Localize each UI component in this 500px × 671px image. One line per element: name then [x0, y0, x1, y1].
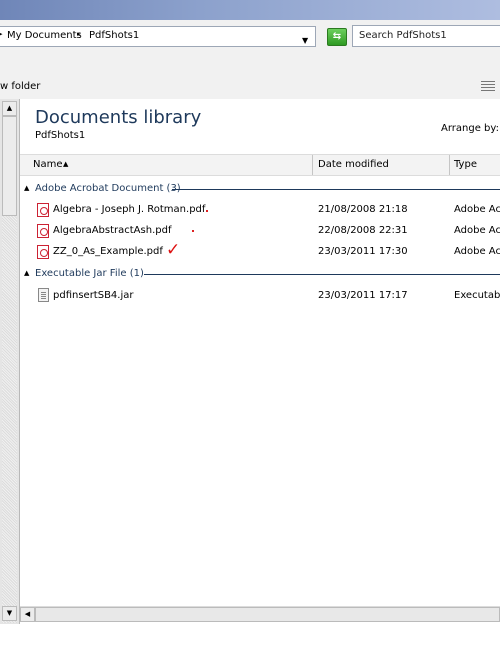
file-type: Adobe Acr [454, 246, 500, 257]
library-subtitle: PdfShots1 [35, 130, 86, 141]
window-title-bar [0, 0, 500, 20]
file-type: Executable [454, 290, 500, 301]
file-date: 22/08/2008 22:31 [318, 225, 408, 236]
pdf-file-icon [37, 203, 49, 217]
file-name[interactable]: AlgebraAbstractAsh.pdf [53, 225, 171, 236]
group-header-pdf[interactable]: Adobe Acrobat Document (3) [35, 183, 181, 194]
chevron-right-icon[interactable]: ▸ [77, 30, 81, 38]
group-separator [144, 274, 500, 275]
file-name[interactable]: pdfinsertSB4.jar [53, 290, 134, 301]
pane-divider[interactable] [19, 99, 20, 624]
file-type: Adobe Acr [454, 204, 500, 215]
library-title: Documents library [35, 107, 202, 128]
file-type: Adobe Acr [454, 225, 500, 236]
column-header-date[interactable]: Date modified [318, 159, 389, 170]
breadcrumb-my-documents[interactable]: My Documents [7, 30, 82, 41]
column-header-row: Name ▲ Date modified Type [20, 154, 500, 176]
pdf-file-icon [37, 224, 49, 238]
file-date: 23/03/2011 17:30 [318, 246, 408, 257]
command-toolbar: w folder [0, 51, 500, 99]
column-header-name[interactable]: Name [33, 159, 63, 170]
file-name[interactable]: ZZ_0_As_Example.pdf [53, 246, 163, 257]
scroll-up-icon[interactable]: ▲ [2, 101, 17, 116]
file-date: 23/03/2011 17:17 [318, 290, 408, 301]
scrollbar-thumb[interactable] [35, 607, 500, 622]
scrollbar-thumb[interactable] [2, 116, 17, 216]
pdf-file-icon [37, 245, 49, 259]
annotation-mark [206, 210, 208, 212]
file-name[interactable]: Algebra - Joseph J. Rotman.pdf [53, 204, 205, 215]
bottom-area [0, 624, 500, 671]
sort-ascending-icon: ▲ [63, 160, 69, 168]
column-header-type[interactable]: Type [454, 159, 477, 170]
collapse-group-icon[interactable]: ▲ [24, 269, 29, 277]
refresh-icon[interactable]: ⇆ [327, 28, 347, 46]
annotation-mark [192, 230, 194, 232]
file-date: 21/08/2008 21:18 [318, 204, 408, 215]
jar-file-icon [38, 288, 49, 302]
breadcrumb-pdfshots1[interactable]: PdfShots1 [89, 30, 139, 41]
address-bar[interactable]: ▸ My Documents ▸ PdfShots1 ▼ [0, 26, 316, 47]
group-header-jar[interactable]: Executable Jar File (1) [35, 268, 144, 279]
arrange-by-label[interactable]: Arrange by: [441, 123, 499, 134]
search-input[interactable]: Search PdfShots1 [352, 25, 500, 47]
search-placeholder: Search PdfShots1 [359, 30, 447, 41]
new-folder-button[interactable]: w folder [0, 81, 40, 92]
address-bar-area: ▸ My Documents ▸ PdfShots1 ▼ ⇆ Search Pd… [0, 20, 500, 52]
scroll-left-icon[interactable]: ◀ [20, 607, 35, 622]
group-separator [172, 189, 500, 190]
view-options-icon[interactable] [481, 81, 495, 91]
scroll-down-icon[interactable]: ▼ [2, 606, 17, 621]
checkmark-icon: ✓ [166, 240, 181, 260]
collapse-group-icon[interactable]: ▲ [24, 184, 29, 192]
chevron-right-icon: ▸ [0, 30, 3, 38]
chevron-down-icon[interactable]: ▼ [302, 36, 308, 45]
